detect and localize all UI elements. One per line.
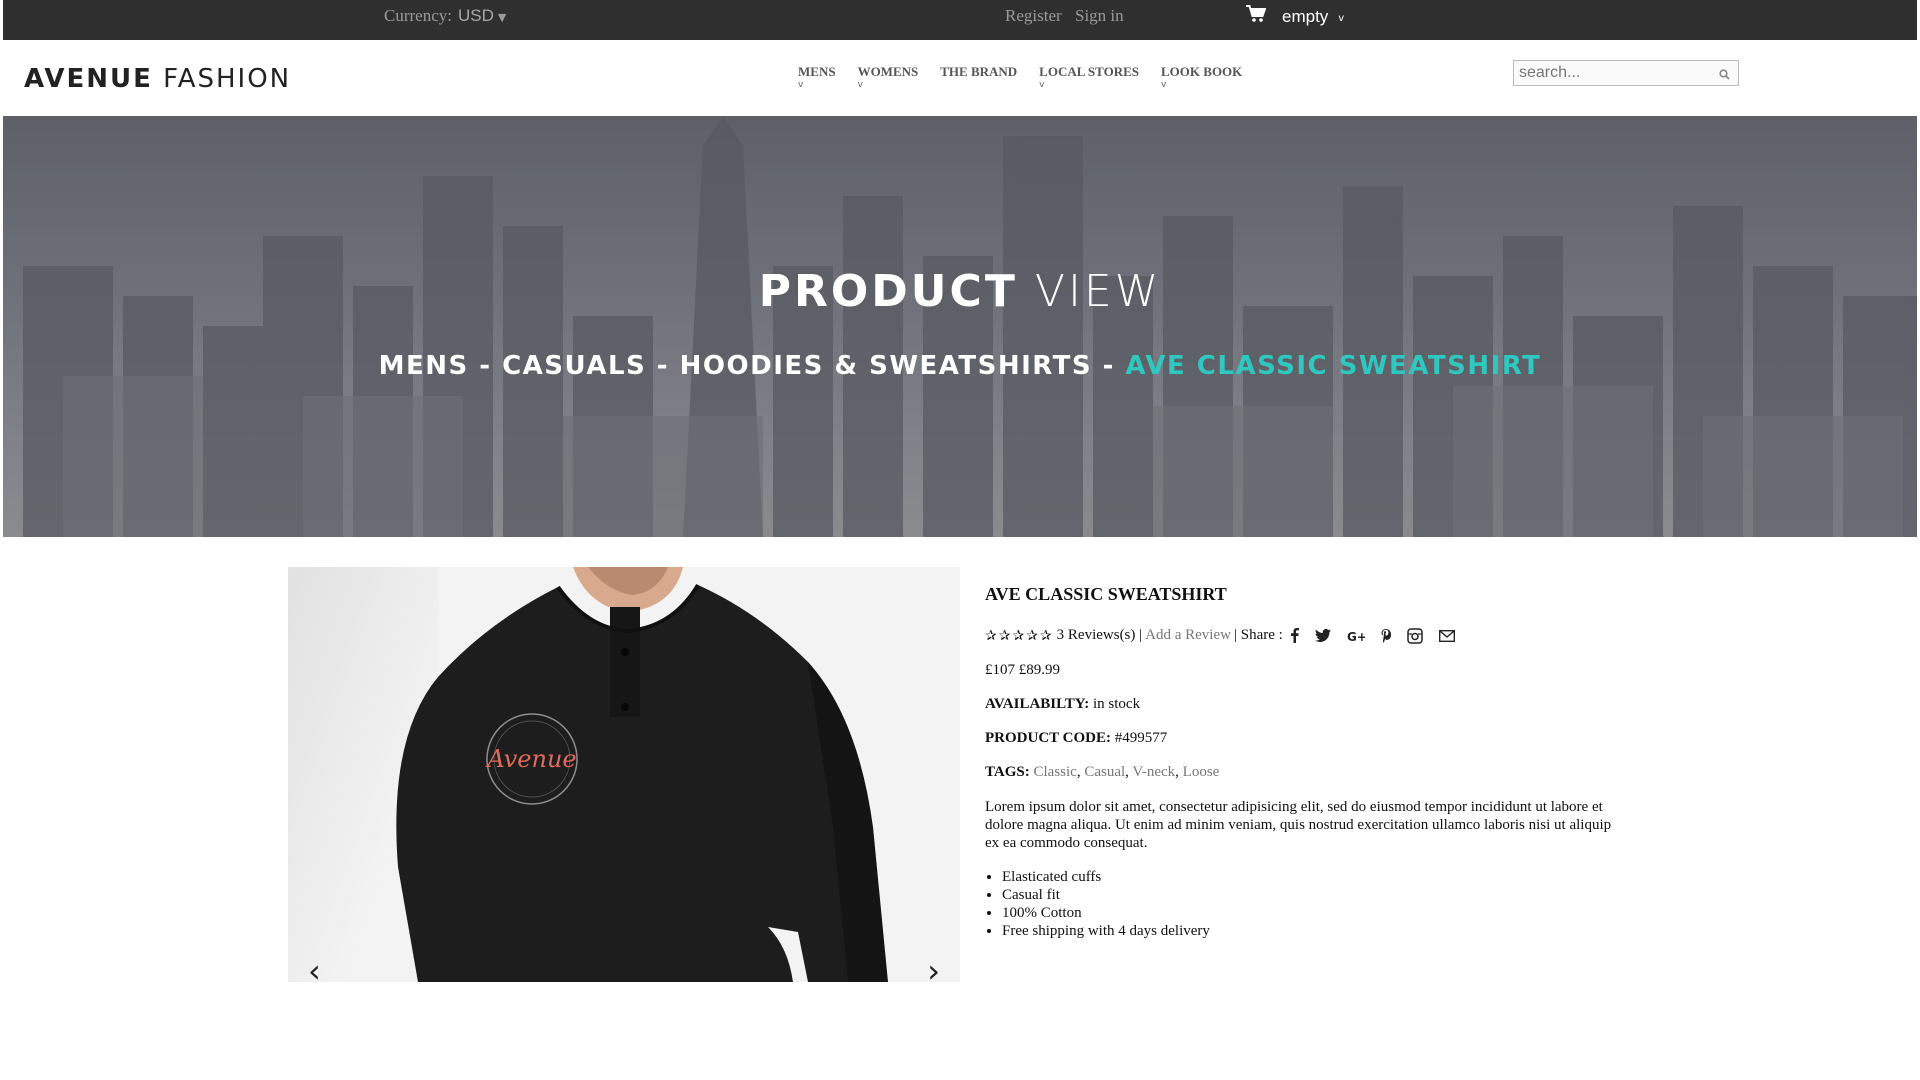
nav-label: WOMENS: [857, 64, 919, 79]
search-icon[interactable]: [1719, 67, 1730, 85]
chevron-down-icon: v: [1039, 80, 1045, 90]
city-skyline-image: [23, 116, 1917, 537]
cart-status: empty: [1282, 6, 1329, 26]
price-old: £107: [985, 662, 1015, 678]
review-count: 3 Reviews(s) |: [1056, 627, 1143, 643]
next-arrow-icon[interactable]: ›: [927, 952, 940, 982]
chevron-down-icon: v: [857, 80, 863, 90]
facebook-icon[interactable]: [1290, 628, 1299, 643]
top-bar: Currency: USD ▼ Register Sign in empty v: [3, 0, 1917, 40]
nav-item-womens[interactable]: WOMENS v: [857, 64, 919, 90]
logo-thin: FASHION: [163, 64, 292, 94]
product-description: Lorem ipsum dolor sit amet, consectetur …: [985, 799, 1612, 851]
feature-item: Elasticated cuffs: [1002, 868, 1625, 886]
tag-link[interactable]: Classic: [1033, 764, 1076, 780]
availability-label: AVAILABILTY:: [985, 696, 1090, 712]
chevron-down-icon: v: [1161, 80, 1167, 90]
product-title: AVE CLASSIC SWEATSHIRT: [985, 584, 1227, 604]
register-link[interactable]: Register: [1005, 6, 1062, 26]
twitter-icon[interactable]: [1314, 629, 1331, 642]
tag-link[interactable]: Loose: [1183, 764, 1220, 780]
product-photo: Avenue: [396, 567, 888, 982]
feature-item: Casual fit: [1002, 886, 1625, 904]
currency-label: Currency:: [384, 6, 452, 25]
product-image-gallery: Avenue ‹ ›: [288, 567, 960, 982]
chevron-down-icon: ▼: [497, 11, 507, 24]
prev-arrow-icon[interactable]: ‹: [308, 952, 321, 982]
badge-text: Avenue: [485, 745, 576, 773]
hero-banner: PRODUCT VIEW MENS - CASUALS - HOODIES & …: [3, 116, 1917, 537]
nav-label: LOOK BOOK: [1161, 64, 1243, 79]
nav-item-local-stores[interactable]: LOCAL STORES v: [1039, 64, 1140, 90]
tag-link[interactable]: V-neck: [1132, 764, 1175, 780]
nav-item-the-brand[interactable]: THE BRAND: [940, 64, 1017, 80]
product-code-value: #499577: [1114, 730, 1168, 746]
search-box: [1513, 60, 1739, 86]
product-code: PRODUCT CODE: #499577: [985, 730, 1625, 747]
currency-selector[interactable]: Currency: USD ▼: [384, 6, 506, 26]
cart-dropdown[interactable]: empty v: [1246, 5, 1344, 28]
logo[interactable]: AVENUE FASHION: [24, 64, 291, 94]
rating-stars[interactable]: ✰✰✰✰✰: [985, 628, 1054, 644]
product-code-label: PRODUCT CODE:: [985, 730, 1111, 746]
logo-bold: AVENUE: [24, 64, 153, 94]
breadcrumb-current: AVE CLASSIC SWEATSHIRT: [1125, 351, 1542, 381]
currency-value[interactable]: USD: [458, 6, 494, 25]
tag-link[interactable]: Casual: [1084, 764, 1125, 780]
nav-item-mens[interactable]: MENS v: [798, 64, 836, 90]
share-label: | Share :: [1233, 627, 1283, 643]
hero-title-light: VIEW: [1034, 266, 1162, 317]
feature-list: Elasticated cuffs Casual fit 100% Cotton…: [985, 868, 1625, 940]
instagram-icon[interactable]: [1407, 627, 1423, 644]
availability-value: in stock: [1092, 696, 1141, 712]
add-review-link[interactable]: Add a Review: [1145, 627, 1231, 644]
nav-label: LOCAL STORES: [1039, 64, 1140, 79]
nav-label: MENS: [798, 64, 836, 79]
svg-text:G+: G+: [1347, 630, 1365, 642]
main-nav: MENS v WOMENS v THE BRAND LOCAL STORES v LO…: [798, 64, 1264, 90]
search-input[interactable]: [1514, 64, 1704, 82]
email-icon[interactable]: [1438, 629, 1455, 642]
pinterest-icon[interactable]: [1381, 628, 1391, 643]
tags-label: TAGS:: [985, 764, 1030, 780]
signin-link[interactable]: Sign in: [1075, 6, 1124, 26]
feature-item: Free shipping with 4 days delivery: [1002, 922, 1625, 940]
chevron-down-icon: v: [798, 80, 804, 90]
tags: TAGS: Classic, Casual, V-neck, Loose: [985, 764, 1220, 780]
chevron-down-icon: v: [1338, 13, 1345, 24]
nav-item-look-book[interactable]: LOOK BOOK v: [1161, 64, 1243, 90]
price-new: £89.99: [1018, 662, 1060, 678]
breadcrumb: MENS - CASUALS - HOODIES & SWEATSHIRTS -…: [3, 351, 1917, 381]
nav-label: THE BRAND: [940, 64, 1018, 79]
hero-title-bold: PRODUCT: [758, 266, 1018, 317]
product-info: AVE CLASSIC SWEATSHIRT ✰✰✰✰✰ 3 Reviews(s…: [985, 584, 1625, 940]
price: £107 £89.99: [985, 662, 1625, 679]
share-icons: G+: [1290, 627, 1471, 644]
cart-icon[interactable]: [1246, 5, 1282, 28]
feature-item: 100% Cotton: [1002, 904, 1625, 922]
rating-row: ✰✰✰✰✰ 3 Reviews(s) | Add a Review | Shar…: [985, 627, 1625, 644]
google-plus-icon[interactable]: G+: [1347, 630, 1365, 642]
breadcrumb-path: MENS - CASUALS - HOODIES & SWEATSHIRTS -: [378, 351, 1126, 381]
hero-title: PRODUCT VIEW: [3, 266, 1917, 317]
availability: AVAILABILTY: in stock: [985, 696, 1625, 713]
